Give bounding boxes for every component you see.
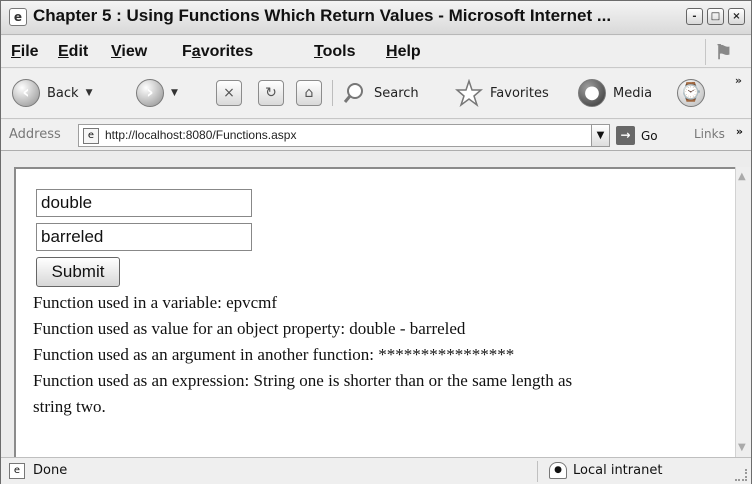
back-arrow-icon: ‹ (12, 79, 40, 107)
menu-help[interactable]: Help (386, 43, 421, 61)
toolbar-overflow-chevrons[interactable]: » (735, 74, 742, 87)
history-icon: ⌚ (677, 79, 705, 107)
menu-bar: File Edit View Favorites Tools Help ⚑ (1, 36, 751, 68)
result-expression-continuation: string two. (33, 397, 106, 416)
address-bar: Address e http://localhost:8080/Function… (1, 120, 751, 151)
close-button[interactable]: × (728, 8, 745, 25)
address-dropdown-button[interactable]: ▼ (591, 124, 610, 147)
search-button[interactable]: Search (341, 77, 419, 109)
address-label: Address (9, 127, 61, 142)
menu-edit[interactable]: Edit (58, 43, 88, 61)
status-bar: e Done ● Local intranet (1, 457, 751, 484)
refresh-icon: ↻ (258, 80, 284, 106)
links-overflow-chevrons[interactable]: » (736, 125, 743, 138)
status-text: Done (33, 463, 68, 478)
vertical-scrollbar[interactable]: ▲ ▼ (735, 167, 751, 457)
first-text-input[interactable]: double (36, 189, 252, 217)
ie-page-icon: e (9, 8, 27, 26)
home-icon: ⌂ (296, 80, 322, 106)
result-function-argument: Function used as an argument in another … (33, 345, 515, 364)
window-controls: - □ × (686, 8, 745, 25)
menu-favorites[interactable]: Favorites (182, 43, 253, 61)
local-intranet-icon: ● (549, 462, 567, 479)
submit-button[interactable]: Submit (36, 257, 120, 287)
second-text-input[interactable]: barreled (36, 223, 252, 251)
menu-view[interactable]: View (111, 43, 147, 61)
browser-window: e Chapter 5 : Using Functions Which Retu… (0, 0, 752, 484)
go-button[interactable]: → Go (616, 124, 658, 147)
status-separator (537, 461, 538, 482)
window-title: Chapter 5 : Using Functions Which Return… (33, 6, 612, 25)
address-url: http://localhost:8080/Functions.aspx (105, 128, 297, 142)
search-icon (343, 83, 363, 103)
menu-file[interactable]: File (11, 43, 39, 61)
maximize-button[interactable]: □ (707, 8, 724, 25)
refresh-button[interactable]: ↻ (258, 77, 284, 109)
security-zone-label: Local intranet (573, 463, 663, 478)
chevron-down-icon: ▼ (85, 88, 93, 98)
standard-toolbar: ‹ Back ▼ › ▼ × ↻ ⌂ Search Favorites ● Me… (1, 69, 751, 119)
favorites-button[interactable]: Favorites (455, 77, 549, 109)
stop-icon: × (216, 80, 242, 106)
go-arrow-icon: → (616, 126, 635, 145)
forward-button[interactable]: › ▼ (136, 77, 178, 109)
resize-grip[interactable] (735, 469, 747, 481)
home-button[interactable]: ⌂ (296, 77, 322, 109)
result-variable: Function used in a variable: epvcmf (33, 293, 278, 312)
page-icon: e (83, 128, 99, 144)
back-button[interactable]: ‹ Back ▼ (12, 77, 92, 109)
favorites-star-icon (455, 79, 483, 107)
title-bar[interactable]: e Chapter 5 : Using Functions Which Retu… (1, 1, 751, 35)
menu-tools[interactable]: Tools (314, 43, 355, 61)
toolbar-separator (332, 80, 333, 106)
minimize-button[interactable]: - (686, 8, 703, 25)
media-icon: ● (578, 79, 606, 107)
media-button[interactable]: ● Media (578, 77, 652, 109)
forward-arrow-icon: › (136, 79, 164, 107)
links-button[interactable]: Links (694, 127, 725, 141)
result-object-property: Function used as value for an object pro… (33, 319, 466, 338)
chevron-down-icon: ▼ (171, 88, 178, 98)
scroll-up-icon[interactable]: ▲ (738, 171, 746, 182)
address-input[interactable]: e http://localhost:8080/Functions.aspx (78, 124, 608, 147)
windows-logo: ⚑ (705, 39, 741, 65)
result-expression: Function used as an expression: String o… (33, 371, 573, 390)
history-button[interactable]: ⌚ (677, 77, 705, 109)
scroll-down-icon[interactable]: ▼ (738, 442, 746, 453)
page-icon: e (9, 463, 25, 479)
page-content: double barreled Submit Function used in … (14, 167, 735, 457)
stop-button[interactable]: × (216, 77, 242, 109)
